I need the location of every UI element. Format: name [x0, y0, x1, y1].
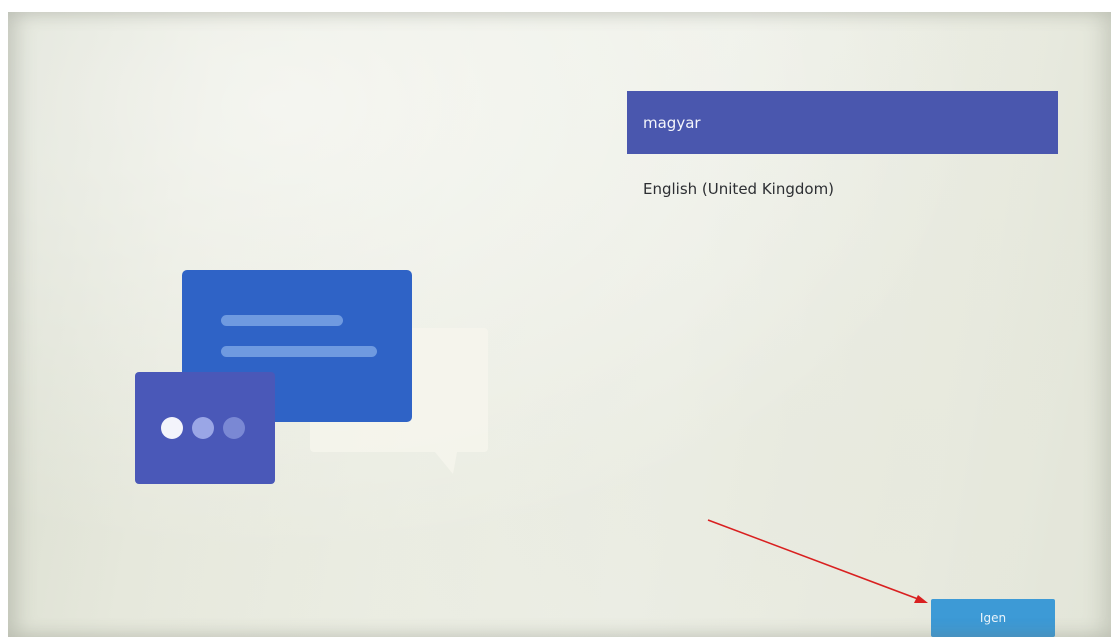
yes-button[interactable]: Igen: [931, 599, 1055, 637]
language-option-label: magyar: [643, 113, 701, 132]
language-list[interactable]: magyar English (United Kingdom): [627, 91, 1058, 224]
yes-button-label: Igen: [979, 611, 1007, 625]
typing-indicator-card: [135, 372, 275, 484]
language-option-label: English (United Kingdom): [643, 180, 835, 198]
language-option-magyar[interactable]: magyar: [627, 91, 1058, 154]
photo-frame: magyar English (United Kingdom) Igen: [0, 0, 1115, 637]
chat-bubbles-illustration-icon: [135, 270, 488, 484]
language-option-english-uk[interactable]: English (United Kingdom): [627, 154, 1058, 224]
